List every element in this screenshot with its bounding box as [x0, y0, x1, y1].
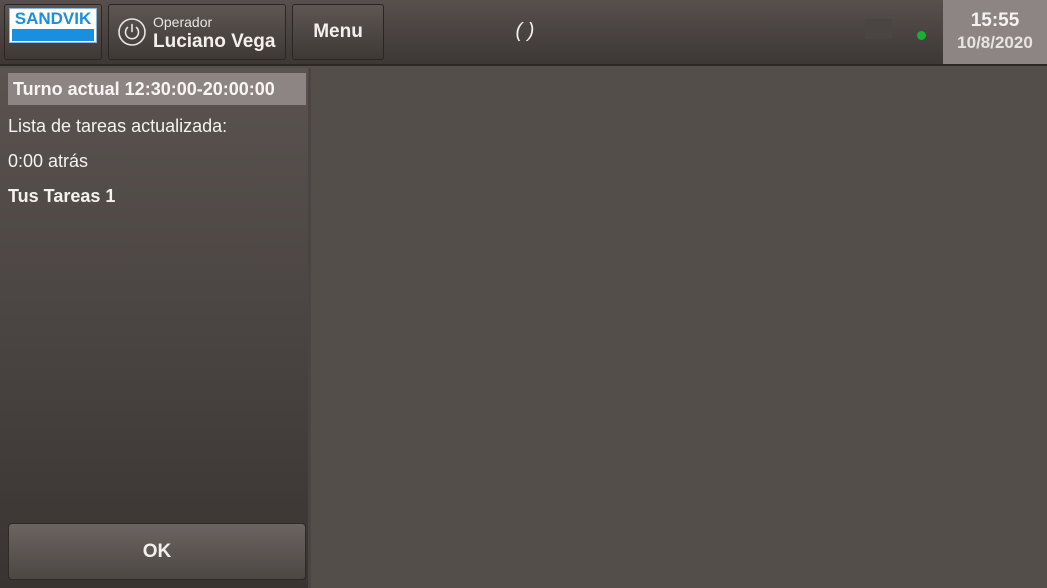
logo-bar: [12, 29, 94, 41]
current-shift-title: Turno actual 12:30:00-20:00:00: [8, 73, 306, 105]
operator-name: Luciano Vega: [153, 31, 276, 52]
center-status-text: ( ): [515, 20, 535, 42]
status-indicator-box: [865, 19, 892, 39]
logo-text: SANDVIK: [14, 9, 92, 28]
sandvik-logo: SANDVIK: [9, 8, 97, 43]
main-content-area: [311, 68, 1047, 588]
menu-button[interactable]: Menu: [292, 4, 384, 60]
operator-button[interactable]: Operador Luciano Vega: [108, 4, 286, 60]
operator-label: Operador: [153, 14, 213, 30]
clock: 15:55 10/8/2020: [943, 0, 1047, 64]
power-icon: [117, 17, 147, 47]
time-ago-label: 0:00 atrás: [8, 151, 89, 171]
logo-button[interactable]: SANDVIK: [4, 4, 102, 60]
your-tasks-label[interactable]: Tus Tareas 1: [8, 186, 115, 207]
clock-time: 15:55: [970, 10, 1020, 31]
connection-status-dot: [917, 31, 926, 40]
ok-button[interactable]: OK: [8, 523, 306, 580]
top-bar: SANDVIK Operador Luciano Vega Menu ( ) 1…: [0, 0, 1047, 66]
task-list-updated-label: Lista de tareas actualizada:: [8, 116, 228, 136]
clock-date: 10/8/2020: [957, 33, 1033, 52]
task-side-panel: Turno actual 12:30:00-20:00:00 Lista de …: [0, 68, 311, 588]
